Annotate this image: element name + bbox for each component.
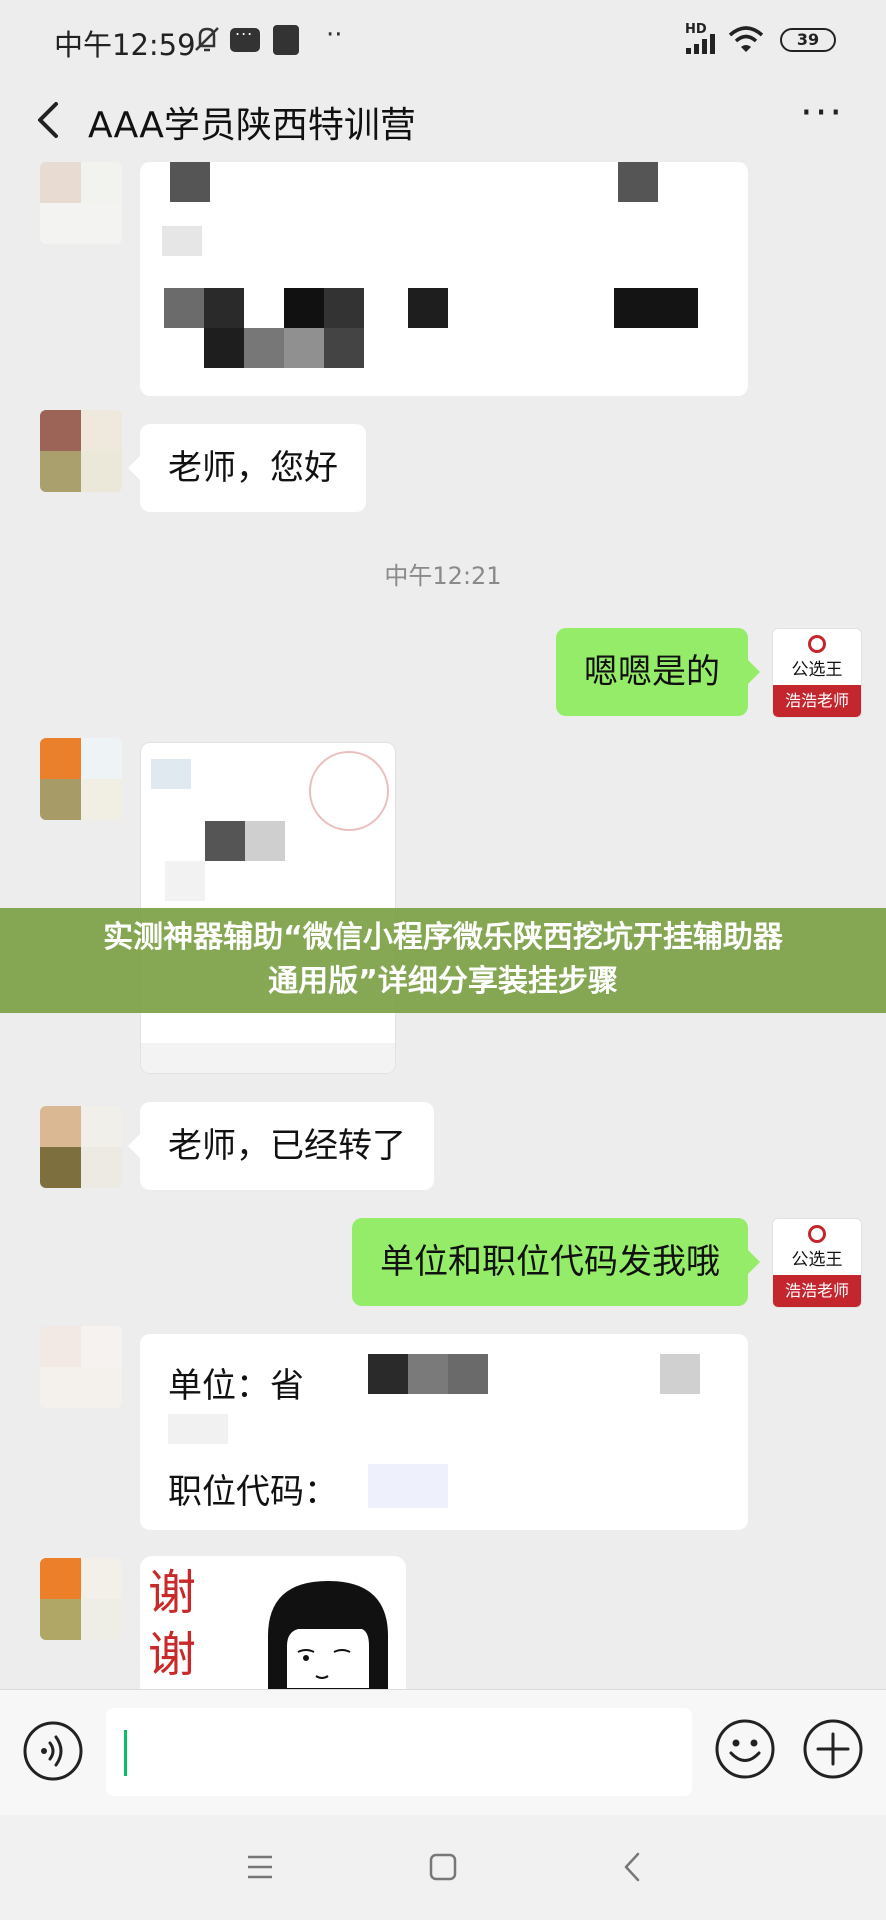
- back-icon[interactable]: [618, 1851, 646, 1883]
- chat-title: AAA学员陕西特训营: [88, 105, 416, 146]
- more-horizontal-icon[interactable]: ···: [800, 90, 844, 136]
- plus-circle-icon[interactable]: [802, 1718, 864, 1780]
- info-code-label: 职位代码：: [168, 1472, 338, 1512]
- message-card-info[interactable]: 单位：省 职位代码：: [140, 1334, 748, 1530]
- emoji-icon[interactable]: [714, 1718, 776, 1780]
- message-timestamp: 中午12:21: [384, 562, 502, 590]
- avatar[interactable]: [40, 162, 122, 244]
- chat-header: AAA学员陕西特训营 ···: [0, 80, 886, 162]
- avatar[interactable]: [40, 738, 122, 820]
- status-time: 中午12:59: [54, 28, 196, 62]
- avatar[interactable]: [40, 1106, 122, 1188]
- menu-icon[interactable]: [246, 1853, 274, 1881]
- message-card-censored: [140, 162, 748, 396]
- sticker-message[interactable]: 谢 谢: [140, 1556, 406, 1689]
- chevron-left-icon[interactable]: [30, 98, 70, 142]
- banner-line-2: 通用版”详细分享装挂步骤: [268, 964, 618, 999]
- my-avatar[interactable]: 公选王 浩浩老师: [772, 628, 862, 718]
- voice-icon[interactable]: [22, 1720, 84, 1782]
- brand-logo-icon: [808, 1225, 826, 1243]
- brand-logo-icon: [808, 635, 826, 653]
- message-bubble[interactable]: 老师，您好: [128, 424, 366, 512]
- message-icon: [230, 20, 260, 52]
- avatar[interactable]: [40, 410, 122, 492]
- wifi-icon: [728, 26, 764, 52]
- app-icon: [273, 25, 299, 55]
- my-avatar[interactable]: 公选王 浩浩老师: [772, 1218, 862, 1308]
- system-navigation-bar: [0, 1815, 886, 1920]
- my-message-bubble[interactable]: 嗯嗯是的: [556, 628, 760, 716]
- input-bar: [0, 1689, 886, 1815]
- my-message-bubble[interactable]: 单位和职位代码发我哦: [352, 1218, 760, 1306]
- avatar[interactable]: [40, 1326, 122, 1408]
- overlay-banner: 实测神器辅助“微信小程序微乐陕西挖坑开挂辅助器 通用版”详细分享装挂步骤: [0, 908, 886, 1013]
- text-cursor: [124, 1730, 127, 1776]
- banner-line-1: 实测神器辅助“微信小程序微乐陕西挖坑开挂辅助器: [103, 920, 783, 955]
- more-dots-icon: ··: [326, 20, 343, 50]
- battery-icon: 39: [780, 28, 836, 52]
- info-unit-label: 单位：省: [168, 1366, 304, 1406]
- message-bubble[interactable]: 老师，已经转了: [128, 1102, 434, 1190]
- mute-icon: [195, 27, 219, 52]
- home-icon[interactable]: [429, 1853, 457, 1881]
- sticker-text: 谢 谢: [148, 1565, 197, 1683]
- message-input[interactable]: [106, 1708, 692, 1796]
- avatar[interactable]: [40, 1558, 122, 1640]
- cartoon-girl-icon: [268, 1581, 388, 1689]
- signal-icon: [686, 34, 715, 54]
- status-bar: 中午12:59 ·· HD 39: [0, 0, 886, 80]
